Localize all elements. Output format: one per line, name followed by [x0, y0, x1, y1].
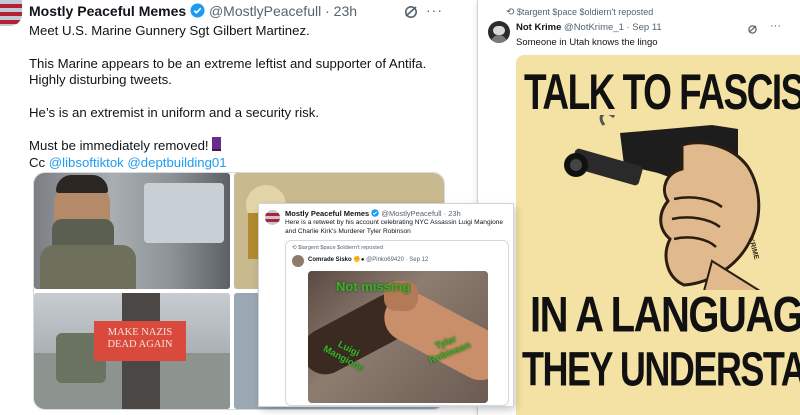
overlay-tweet-card: Mostly Peaceful Memes @MostlyPeacefull ·…	[259, 204, 513, 406]
grok-icon[interactable]	[403, 4, 419, 20]
handshake-meme-image[interactable]: Not missing Luigi Mangione Tyler Robinso…	[308, 271, 488, 403]
tweet-line-1: Meet U.S. Marine Gunnery Sgt Gilbert Mar…	[29, 23, 310, 38]
poster-bottom-text-2: THEY UNDERSTAND	[522, 340, 800, 397]
avatar[interactable]	[0, 0, 22, 26]
handle[interactable]: @Pinko69420 · Sep 12	[366, 257, 428, 263]
gun-fist-illustration	[562, 115, 772, 290]
more-options-icon[interactable]: ···	[770, 20, 781, 32]
sticker-text: MAKE NAZIS DEAD AGAIN	[94, 321, 186, 361]
tweet-line-4: Must be immediately removed!	[29, 137, 444, 155]
repost-header: ⟲ $targent $pace $oldiern't reposted	[506, 7, 654, 18]
display-name[interactable]: Comrade Sisko	[308, 257, 352, 263]
repost-header: ⟲ $targent $pace $oldiern't reposted	[292, 245, 383, 251]
avatar[interactable]	[265, 210, 280, 225]
display-name[interactable]: Mostly Peaceful Memes	[29, 3, 186, 19]
handle[interactable]: @NotKrime_1 · Sep 11	[564, 22, 662, 33]
verified-badge-icon	[371, 209, 380, 217]
mention-libsoftiktok[interactable]: @libsoftiktok	[49, 155, 124, 170]
tweet-text: Someone in Utah knows the lingo	[516, 37, 658, 48]
tweet-text: Here is a retweet by his account celebra…	[285, 219, 504, 235]
tweet-line-2: This Marine appears to be an extreme lef…	[29, 55, 427, 88]
avatar[interactable]	[488, 21, 510, 43]
display-name[interactable]: Mostly Peaceful Memes	[285, 209, 369, 218]
quoted-tweet[interactable]: ⟲ $targent $pace $oldiern't reposted Com…	[285, 240, 509, 406]
mention-deptbuilding01[interactable]: @deptbuilding01	[127, 155, 226, 170]
poster-bottom-text-1: IN A LANGUAGE	[530, 287, 800, 343]
verified-badge-icon	[190, 3, 205, 18]
handle[interactable]: @MostlyPeacefull	[209, 3, 321, 19]
grok-icon[interactable]	[747, 24, 758, 35]
display-name[interactable]: Not Krime	[516, 22, 561, 33]
cc-line: Cc @libsoftiktok @deptbuilding01	[29, 154, 227, 170]
avatar[interactable]	[292, 255, 304, 267]
timestamp[interactable]: · 23h	[325, 3, 357, 19]
poster-top-text: TALK TO FASCISTS	[524, 64, 800, 120]
purple-block-emoji-icon	[212, 137, 222, 151]
poster-image[interactable]: TALK TO FASCISTS KRIME IN A LANGUAGE THE…	[516, 55, 800, 415]
meme-top-label: Not missing	[336, 279, 411, 294]
photo-marine-in-vehicle[interactable]	[34, 173, 230, 289]
photo-sticker-on-pole[interactable]: MAKE NAZIS DEAD AGAIN	[34, 293, 230, 409]
repost-icon: ⟲	[506, 7, 515, 18]
tweet-line-3: He’s is an extremist in uniform and a se…	[29, 104, 319, 120]
right-tweet-card: ⟲ $targent $pace $oldiern't reposted Not…	[478, 0, 800, 415]
more-options-icon[interactable]: ···	[426, 2, 443, 18]
handle[interactable]: @MostlyPeacefull · 23h	[381, 209, 460, 218]
emoji-icons: ✊●	[353, 257, 365, 263]
